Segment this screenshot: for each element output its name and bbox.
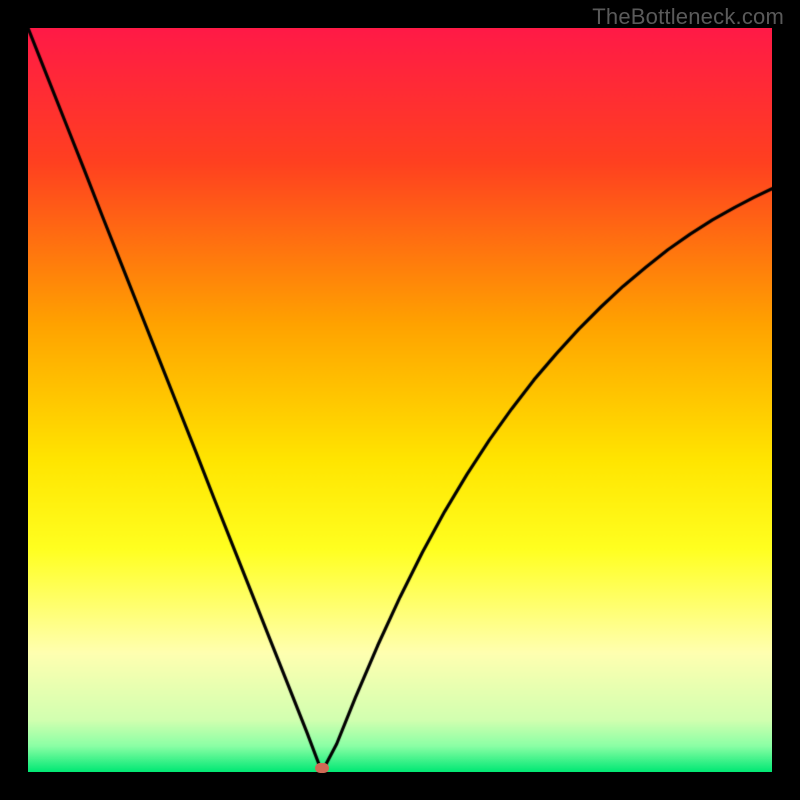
optimal-point-marker bbox=[315, 763, 329, 773]
bottleneck-curve bbox=[28, 28, 772, 772]
watermark-text: TheBottleneck.com bbox=[592, 4, 784, 30]
chart-frame: TheBottleneck.com bbox=[0, 0, 800, 800]
plot-area bbox=[28, 28, 772, 772]
